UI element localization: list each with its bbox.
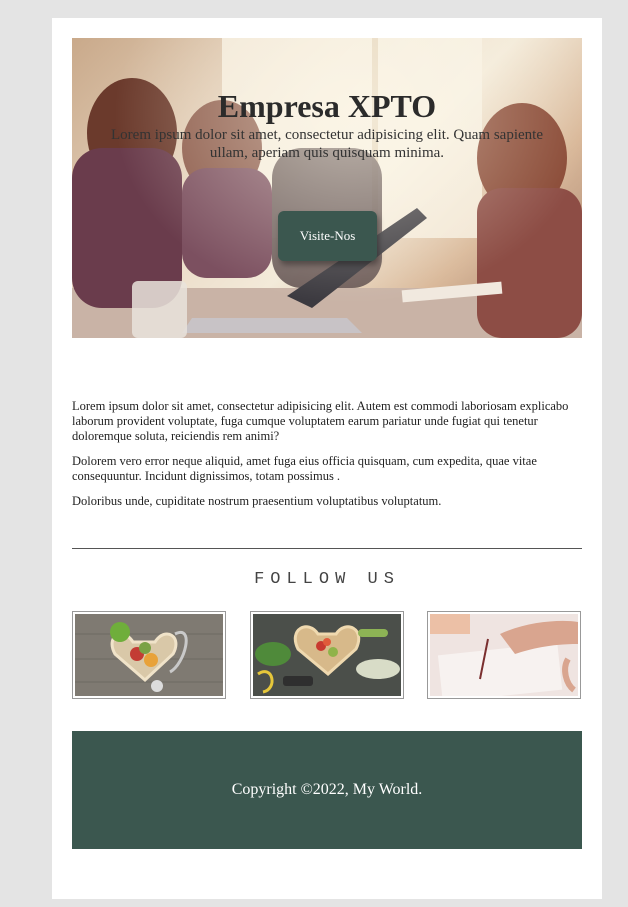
hero-banner: Empresa XPTO Lorem ipsum dolor sit amet,…: [72, 38, 582, 338]
gallery-image-link[interactable]: [427, 611, 581, 699]
heart-vegetables-photo: [253, 614, 401, 696]
paragraph: Lorem ipsum dolor sit amet, consectetur …: [72, 399, 569, 443]
gallery-image-link[interactable]: [250, 611, 404, 699]
visit-us-button[interactable]: Visite-Nos: [278, 211, 377, 261]
paragraph: Dolorem vero error neque aliquid, amet f…: [72, 454, 537, 483]
hero-light-overlay: [72, 38, 582, 338]
follow-us-gallery: [72, 611, 582, 701]
paragraph: Doloribus unde, cupiditate nostrum praes…: [72, 494, 442, 508]
email-card: Empresa XPTO Lorem ipsum dolor sit amet,…: [52, 18, 602, 899]
section-divider: [72, 548, 582, 549]
hero-subtitle: Lorem ipsum dolor sit amet, consectetur …: [111, 127, 543, 161]
copyright-text: Copyright ©2022, My World.: [231, 781, 423, 798]
footer: Copyright ©2022, My World.: [72, 731, 582, 849]
follow-us-heading: FOLLOW US: [254, 570, 400, 589]
gallery-image-link[interactable]: [72, 611, 226, 699]
hand-drawing-photo: [430, 614, 578, 696]
body-text: Lorem ipsum dolor sit amet, consectetur …: [72, 399, 582, 519]
heart-fruit-stethoscope-photo: [75, 614, 223, 696]
hero-title: Empresa XPTO: [217, 88, 437, 124]
